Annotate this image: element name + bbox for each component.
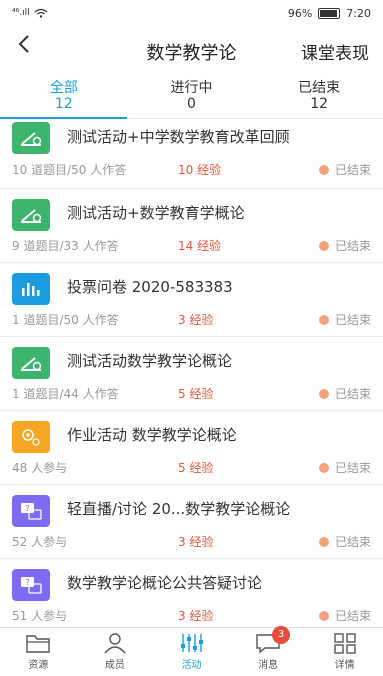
homework-icon [12, 421, 50, 453]
battery-percent: 96% [287, 6, 313, 20]
bottom-nav: 资源 成员 活动 3 消息 详情 [0, 626, 383, 676]
item-experience: 14 经验 [178, 239, 222, 253]
discussion-icon: ? [12, 569, 50, 601]
status-text: 已结束 [334, 163, 371, 177]
tab-label: 全部 [49, 80, 78, 96]
list-item[interactable]: ? 轻直播/讨论 20...数学教学论概论 52 人参与 3 经验 已结束 [0, 485, 383, 559]
status-badge: 已结束 [318, 237, 371, 254]
tab-count: 0 [187, 96, 196, 112]
activity-list: 测试活动+中学数学教育改革回顾 10 道题目/50 人作答 10 经验 已结束 … [0, 118, 383, 628]
status-dot [318, 314, 329, 325]
tab-label: 已结束 [298, 80, 341, 96]
tab-count: 12 [310, 96, 329, 112]
list-item[interactable]: 测试活动+中学数学教育改革回顾 10 道题目/50 人作答 10 经验 已结束 [0, 118, 383, 189]
unread-badge: 3 [272, 626, 291, 644]
nav-members[interactable]: 成员 [77, 628, 154, 676]
status-badge: 已结束 [318, 607, 371, 624]
nav-label: 详情 [334, 660, 355, 671]
item-meta: 1 道题目/50 人作答 [12, 313, 119, 327]
folder-icon [26, 635, 50, 653]
discussion-icon: ? [12, 495, 50, 527]
wifi-icon [34, 8, 47, 18]
item-meta: 10 道题目/50 人作答 [12, 163, 127, 177]
chevron-left-icon [18, 35, 29, 53]
svg-text:?: ? [25, 504, 29, 513]
grid-icon [333, 633, 356, 654]
list-item[interactable]: ? 数学教学论概论公共答疑讨论 51 人参与 3 经验 已结束 [0, 559, 383, 628]
nav-activities[interactable]: 活动 [153, 628, 230, 676]
clock: 7:20 [346, 6, 371, 20]
status-text: 已结束 [334, 609, 371, 623]
battery-icon [318, 7, 341, 19]
item-title: 测试活动+数学教育学概论 [67, 204, 245, 222]
list-item[interactable]: 测试活动数学教学论概论 1 道题目/44 人作答 5 经验 已结束 [0, 337, 383, 411]
tab-in-progress[interactable]: 进行中 0 [128, 74, 256, 118]
status-dot [318, 462, 329, 473]
list-item[interactable]: 作业活动 数学教学论概论 48 人参与 5 经验 已结束 [0, 411, 383, 485]
status-text: 已结束 [334, 387, 371, 401]
nav-details[interactable]: 详情 [306, 628, 383, 676]
tab-count: 12 [54, 96, 73, 112]
tab-ended[interactable]: 已结束 12 [255, 74, 383, 118]
item-title: 数学教学论概论公共答疑讨论 [67, 574, 263, 592]
tab-label: 进行中 [170, 80, 213, 96]
svg-text:?: ? [25, 578, 29, 587]
test-icon [12, 347, 50, 379]
header: 数学教学论 课堂表现 [0, 26, 383, 74]
item-experience: 10 经验 [178, 163, 222, 177]
nav-label: 资源 [28, 660, 49, 671]
status-badge: 已结束 [318, 459, 371, 476]
item-experience: 3 经验 [178, 313, 214, 327]
status-bar: ⁴⁶.ıll 96% 7:20 [0, 0, 383, 26]
test-icon [12, 122, 50, 154]
class-performance-button[interactable]: 课堂表现 [301, 39, 369, 64]
item-meta: 52 人参与 [12, 535, 68, 549]
person-icon [104, 633, 126, 654]
nav-messages[interactable]: 3 消息 [230, 626, 307, 676]
tab-all[interactable]: 全部 12 [0, 74, 128, 119]
status-badge: 已结束 [318, 533, 371, 550]
back-button[interactable] [10, 34, 38, 59]
status-badge: 已结束 [318, 161, 371, 178]
test-icon [12, 199, 50, 231]
item-title: 测试活动数学教学论概论 [67, 352, 233, 370]
item-title: 投票问卷 2020-583383 [67, 278, 233, 296]
tab-bar: 全部 12 进行中 0 已结束 12 [0, 74, 383, 119]
item-experience: 5 经验 [178, 387, 214, 401]
vote-icon [12, 273, 50, 305]
signal-icon: ⁴⁶.ıll [12, 8, 30, 18]
list-item[interactable]: 投票问卷 2020-583383 1 道题目/50 人作答 3 经验 已结束 [0, 263, 383, 337]
status-text: 已结束 [334, 313, 371, 327]
item-meta: 48 人参与 [12, 461, 68, 475]
item-meta: 9 道题目/33 人作答 [12, 239, 119, 253]
item-meta: 51 人参与 [12, 609, 68, 623]
item-title: 测试活动+中学数学教育改革回顾 [67, 128, 290, 146]
item-title: 作业活动 数学教学论概论 [67, 426, 237, 444]
status-dot [318, 388, 329, 399]
status-text: 已结束 [334, 535, 371, 549]
status-text: 已结束 [334, 461, 371, 475]
status-dot [318, 536, 329, 547]
nav-label: 活动 [181, 660, 202, 671]
status-text: 已结束 [334, 239, 371, 253]
status-dot [318, 164, 329, 175]
status-badge: 已结束 [318, 311, 371, 328]
status-dot [318, 240, 329, 251]
nav-resources[interactable]: 资源 [0, 628, 77, 676]
activity-icon [181, 634, 204, 652]
list-item[interactable]: 测试活动+数学教育学概论 9 道题目/33 人作答 14 经验 已结束 [0, 189, 383, 263]
item-title: 轻直播/讨论 20...数学教学论概论 [67, 500, 291, 518]
item-meta: 1 道题目/44 人作答 [12, 387, 119, 401]
nav-label: 消息 [258, 660, 279, 671]
status-dot [318, 610, 329, 621]
item-experience: 5 经验 [178, 461, 214, 475]
status-badge: 已结束 [318, 385, 371, 402]
item-experience: 3 经验 [178, 535, 214, 549]
item-experience: 3 经验 [178, 609, 214, 623]
nav-label: 成员 [104, 660, 125, 671]
